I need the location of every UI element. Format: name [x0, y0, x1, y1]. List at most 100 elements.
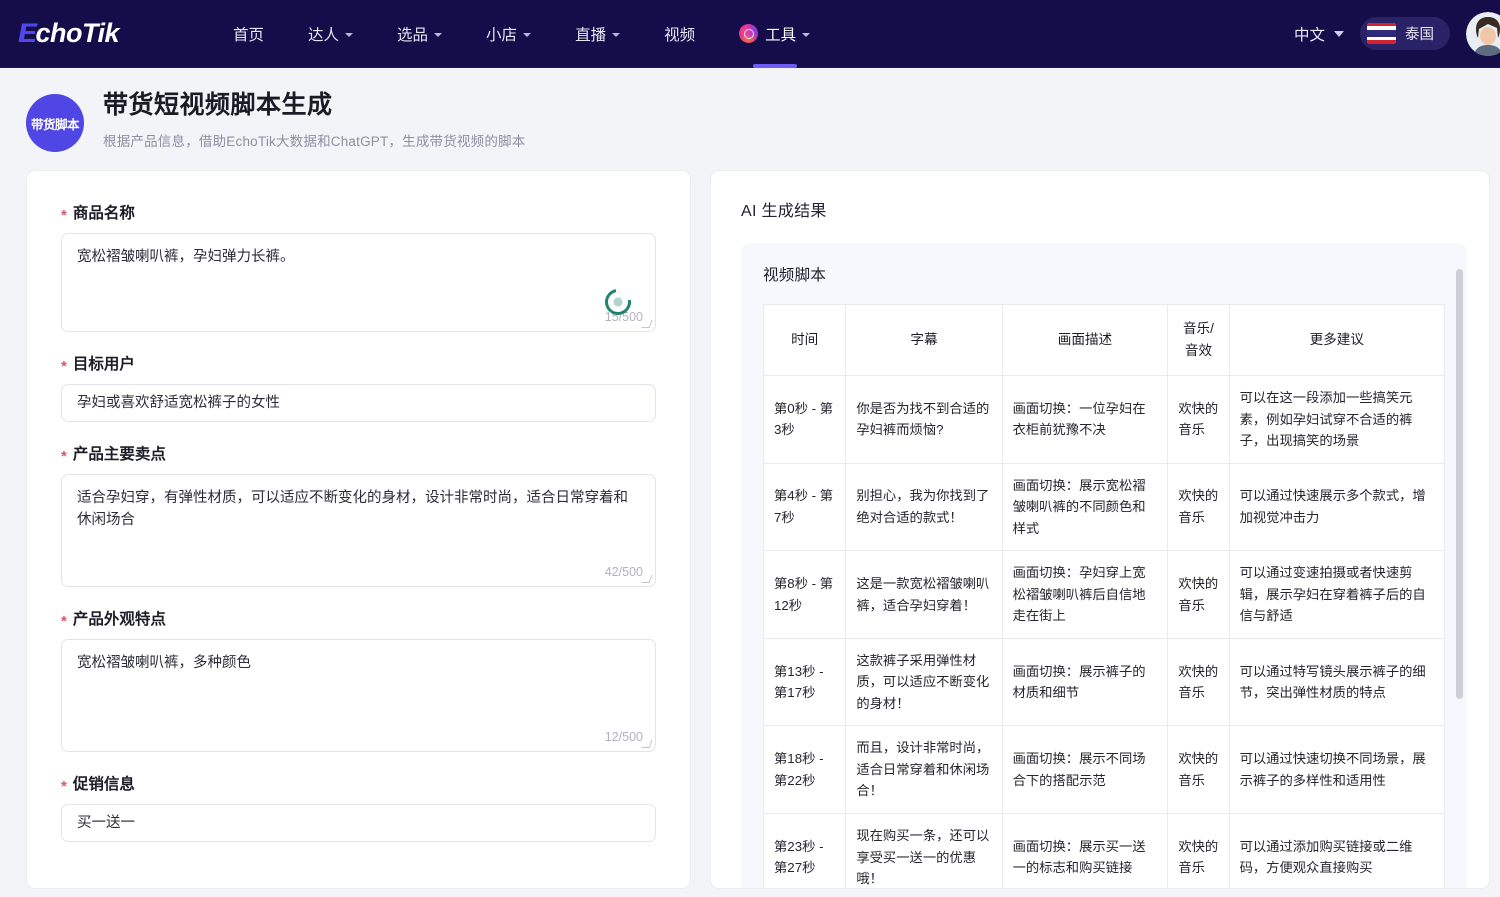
label-selling-points: * 产品主要卖点 [61, 442, 656, 464]
nav-item-shops[interactable]: 小店 [464, 0, 553, 68]
table-row: 第13秒 - 第17秒 这款裤子采用弹性材质，可以适应不断变化的身材！ 画面切换… [764, 638, 1445, 726]
chevron-down-icon [434, 33, 442, 37]
product-name-wrap: 15/500 [61, 233, 656, 332]
field-appearance: * 产品外观特点 12/500 [61, 607, 656, 752]
label-text: 促销信息 [73, 772, 135, 794]
label-text: 商品名称 [73, 201, 135, 223]
nav-label: 达人 [308, 23, 339, 45]
table-row: 第8秒 - 第12秒 这是一款宽松褶皱喇叭裤，适合孕妇穿着！ 画面切换：孕妇穿上… [764, 551, 1445, 639]
cell-subtitle: 你是否为找不到合适的孕妇裤而烦恼? [846, 376, 1002, 464]
logo-letter-e: E [18, 18, 36, 49]
script-scrollbar-thumb[interactable] [1456, 269, 1463, 699]
required-asterisk: * [61, 449, 67, 464]
label-product-name: * 商品名称 [61, 201, 656, 223]
top-bar-right: 中文 泰国 [1294, 12, 1500, 56]
table-row: 第18秒 - 第22秒 而且，设计非常时尚，适合日常穿着和休闲场合！ 画面切换：… [764, 726, 1445, 814]
nav-label: 首页 [233, 23, 264, 45]
nav-item-tools[interactable]: 工具 [717, 0, 832, 68]
label-promotion: * 促销信息 [61, 772, 656, 794]
nav-label: 视频 [664, 23, 695, 45]
cell-tips: 可以在这一段添加一些搞笑元素，例如孕妇试穿不合适的裤子，出现搞笑的场景 [1229, 376, 1444, 464]
page-badge-icon: 带货脚本 [26, 94, 84, 152]
table-body: 第0秒 - 第3秒 你是否为找不到合适的孕妇裤而烦恼? 画面切换：一位孕妇在衣柜… [764, 376, 1445, 889]
label-text: 目标用户 [73, 352, 135, 374]
required-asterisk: * [61, 779, 67, 794]
cell-time: 第13秒 - 第17秒 [764, 638, 846, 726]
cell-tips: 可以通过特写镜头展示裤子的细节，突出弹性材质的特点 [1229, 638, 1444, 726]
cell-scene: 画面切换：展示裤子的材质和细节 [1002, 638, 1168, 726]
label-appearance: * 产品外观特点 [61, 607, 656, 629]
selling-points-counter: 42/500 [605, 565, 643, 579]
cell-music: 欢快的音乐 [1168, 551, 1229, 639]
chevron-down-icon [1334, 31, 1344, 37]
selling-points-input[interactable] [61, 474, 656, 587]
script-scrollbar-track[interactable] [1456, 243, 1463, 889]
field-product-name: * 商品名称 15/500 [61, 201, 656, 332]
target-user-input[interactable] [61, 384, 656, 422]
cell-music: 欢快的音乐 [1168, 463, 1229, 551]
required-asterisk: * [61, 614, 67, 629]
appearance-input[interactable] [61, 639, 656, 752]
nav-item-home[interactable]: 首页 [211, 0, 286, 68]
cell-music: 欢快的音乐 [1168, 726, 1229, 814]
chevron-down-icon [802, 33, 810, 37]
chevron-down-icon [345, 33, 353, 37]
language-selector[interactable]: 中文 [1294, 23, 1344, 45]
cell-subtitle: 而且，设计非常时尚，适合日常穿着和休闲场合！ [846, 726, 1002, 814]
cell-time: 第23秒 - 第27秒 [764, 814, 846, 890]
page-header: 带货脚本 带货短视频脚本生成 根据产品信息，借助EchoTik大数据和ChatG… [0, 68, 1500, 170]
cell-time: 第0秒 - 第3秒 [764, 376, 846, 464]
nav-item-creators[interactable]: 达人 [286, 0, 375, 68]
cell-subtitle: 别担心，我为你找到了绝对合适的款式！ [846, 463, 1002, 551]
table-row: 第4秒 - 第7秒 别担心，我为你找到了绝对合适的款式！ 画面切换：展示宽松褶皱… [764, 463, 1445, 551]
selling-points-wrap: 42/500 [61, 474, 656, 587]
cell-music: 欢快的音乐 [1168, 638, 1229, 726]
page-heading-text: 带货短视频脚本生成 根据产品信息，借助EchoTik大数据和ChatGPT，生成… [103, 90, 525, 150]
country-selector[interactable]: 泰国 [1360, 17, 1450, 50]
column-header-subtitle: 字幕 [846, 305, 1002, 376]
video-script-table: 时间 字幕 画面描述 音乐/ 音效 更多建议 第0秒 - 第3秒 你是否为找不到… [763, 304, 1445, 889]
table-header-row: 时间 字幕 画面描述 音乐/ 音效 更多建议 [764, 305, 1445, 376]
product-name-input[interactable] [61, 233, 656, 332]
promotion-input[interactable] [61, 804, 656, 842]
label-target-user: * 目标用户 [61, 352, 656, 374]
field-promotion: * 促销信息 [61, 772, 656, 842]
cell-tips: 可以通过添加购买链接或二维码，方便观众直接购买 [1229, 814, 1444, 890]
cell-time: 第8秒 - 第12秒 [764, 551, 846, 639]
nav-item-live[interactable]: 直播 [553, 0, 642, 68]
cell-scene: 画面切换：孕妇穿上宽松褶皱喇叭裤后自信地走在街上 [1002, 551, 1168, 639]
appearance-wrap: 12/500 [61, 639, 656, 752]
column-header-scene: 画面描述 [1002, 305, 1168, 376]
cell-scene: 画面切换：展示不同场合下的搭配示范 [1002, 726, 1168, 814]
chevron-down-icon [612, 33, 620, 37]
column-header-tips: 更多建议 [1229, 305, 1444, 376]
product-input-form-panel: * 商品名称 15/500 * 目标用户 * 产品主要卖点 [26, 170, 691, 889]
echotik-logo[interactable]: EchoTik [18, 14, 173, 54]
cell-time: 第18秒 - 第22秒 [764, 726, 846, 814]
table-header: 时间 字幕 画面描述 音乐/ 音效 更多建议 [764, 305, 1445, 376]
column-header-music: 音乐/ 音效 [1168, 305, 1229, 376]
nav-item-products[interactable]: 选品 [375, 0, 464, 68]
required-asterisk: * [61, 208, 67, 223]
cell-tips: 可以通过快速切换不同场景，展示裤子的多样性和适用性 [1229, 726, 1444, 814]
cell-scene: 画面切换：展示买一送一的标志和购买链接 [1002, 814, 1168, 890]
thailand-flag-icon [1367, 23, 1396, 44]
chatgpt-icon [739, 24, 758, 43]
label-text: 产品外观特点 [73, 607, 166, 629]
chevron-down-icon [523, 33, 531, 37]
nav-item-videos[interactable]: 视频 [642, 0, 717, 68]
cell-tips: 可以通过快速展示多个款式，增加视觉冲击力 [1229, 463, 1444, 551]
field-selling-points: * 产品主要卖点 42/500 [61, 442, 656, 587]
cell-scene: 画面切换：一位孕妇在衣柜前犹豫不决 [1002, 376, 1168, 464]
nav-label: 小店 [486, 23, 517, 45]
user-avatar[interactable] [1466, 12, 1500, 56]
cell-subtitle: 这款裤子采用弹性材质，可以适应不断变化的身材！ [846, 638, 1002, 726]
column-header-music-line2: 音效 [1174, 340, 1222, 362]
nav-label: 选品 [397, 23, 428, 45]
cell-music: 欢快的音乐 [1168, 376, 1229, 464]
page-title: 带货短视频脚本生成 [103, 90, 525, 121]
top-navigation-bar: EchoTik 首页 达人 选品 小店 直播 视频 工具 [0, 0, 1500, 68]
cell-subtitle: 这是一款宽松褶皱喇叭裤，适合孕妇穿着！ [846, 551, 1002, 639]
cell-tips: 可以通过变速拍摄或者快速剪辑，展示孕妇在穿着裤子后的自信与舒适 [1229, 551, 1444, 639]
main-content: * 商品名称 15/500 * 目标用户 * 产品主要卖点 [0, 170, 1500, 889]
